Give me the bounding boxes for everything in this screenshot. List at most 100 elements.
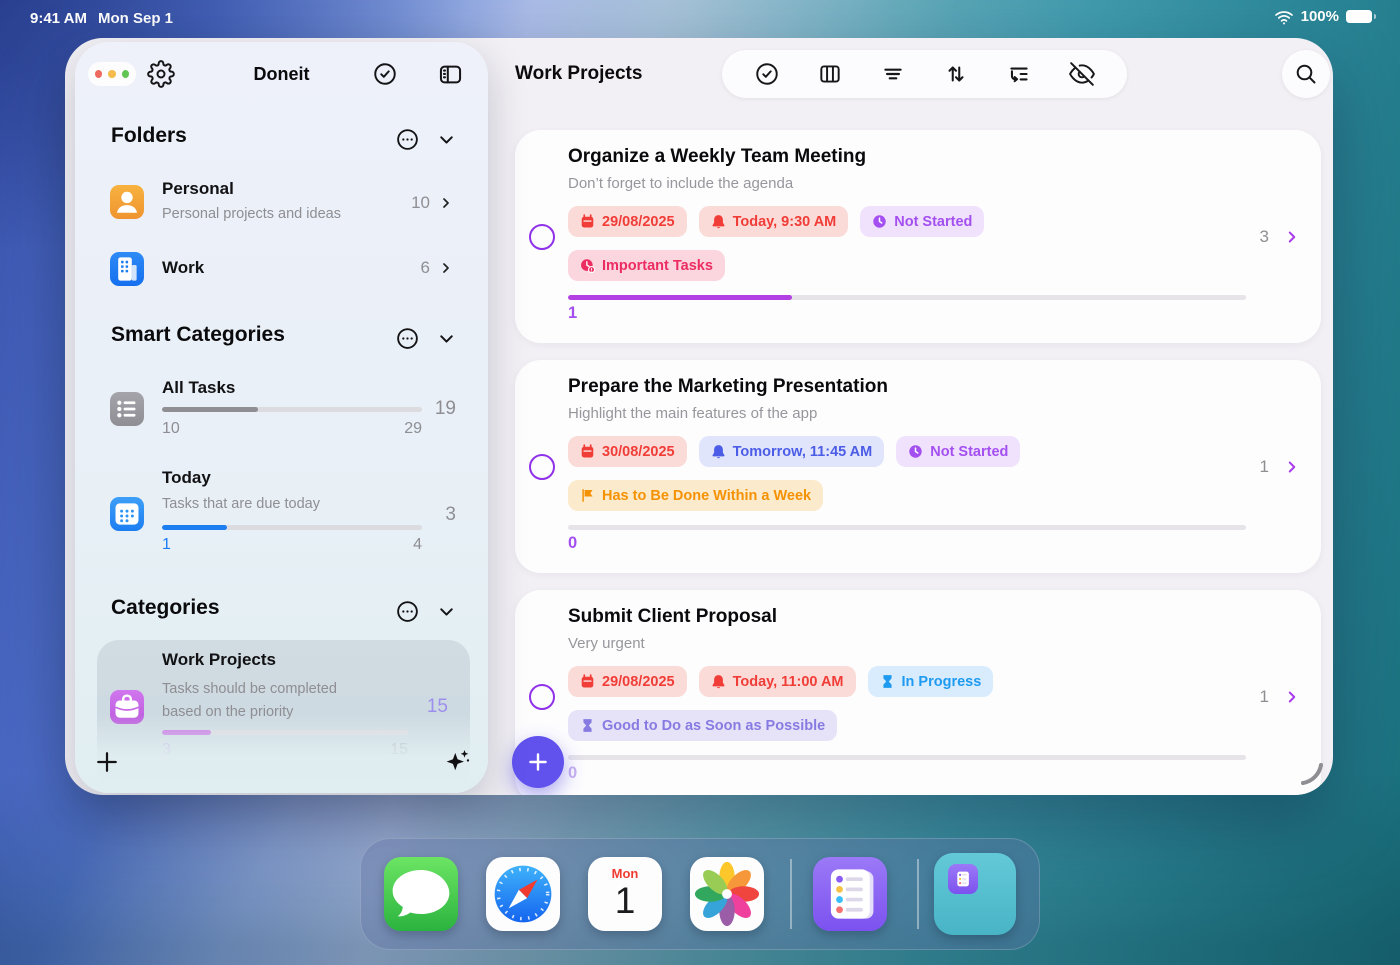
task-checkbox[interactable]: [529, 684, 555, 710]
subtask-count: 1: [1260, 457, 1269, 477]
chevron-down-icon[interactable]: [436, 601, 457, 622]
done-count: 1: [162, 536, 171, 554]
folder-description: Personal projects and ideas: [162, 206, 341, 222]
subtask-count: 1: [1260, 687, 1269, 707]
task-progress-fill: [568, 295, 792, 300]
columns-icon[interactable]: [817, 61, 843, 87]
folder-name: Work: [162, 258, 204, 278]
task-progress-count: 0: [568, 764, 577, 783]
task-progress-count: 1: [568, 304, 577, 323]
flag-icon: [580, 488, 595, 503]
status-badge: Not Started: [896, 436, 1020, 467]
badge-label: Not Started: [894, 214, 972, 230]
more-options-icon[interactable]: [395, 599, 420, 624]
badge-label: Has to Be Done Within a Week: [602, 488, 811, 504]
filter-icon[interactable]: [880, 61, 906, 87]
task-subtitle: Very urgent: [568, 635, 645, 652]
recent-app-icon[interactable]: [934, 853, 1016, 935]
task-progress-track: [568, 525, 1246, 530]
status-bar: 9:41 AM Mon Sep 1 100%: [0, 0, 1400, 38]
toolbar: [722, 50, 1127, 98]
badge-label: 29/08/2025: [602, 674, 675, 690]
more-options-icon[interactable]: [395, 127, 420, 152]
person-icon: [110, 185, 144, 219]
reminder-badge: Tomorrow, 11:45 AM: [699, 436, 885, 467]
flower-icon: [690, 857, 764, 931]
group-icon[interactable]: [1006, 61, 1032, 87]
task-title: Organize a Weekly Team Meeting: [568, 146, 866, 168]
bell-icon: [711, 444, 726, 459]
folder-name: Personal: [162, 179, 234, 199]
folder-count: 6: [421, 258, 430, 278]
badge-label: Not Started: [930, 444, 1008, 460]
badge-label: Today, 9:30 AM: [733, 214, 837, 230]
add-category-button[interactable]: [93, 748, 121, 776]
more-options-icon[interactable]: [395, 326, 420, 351]
photos-app-icon[interactable]: [690, 857, 764, 931]
sidebar-bottom-fade: [75, 715, 488, 793]
sidebar-toggle-icon[interactable]: [437, 61, 464, 88]
dock: Mon 1: [360, 838, 1040, 950]
building-icon: [110, 252, 144, 286]
total-count: 29: [404, 420, 422, 438]
status-badge: In Progress: [868, 666, 994, 697]
tag-badge: Has to Be Done Within a Week: [568, 480, 823, 511]
chevron-right-icon[interactable]: [1283, 228, 1301, 246]
task-card[interactable]: Submit Client Proposal Very urgent 29/08…: [515, 590, 1321, 795]
wifi-icon: [1274, 9, 1294, 25]
category-progress-fill: [162, 407, 258, 412]
safari-app-icon[interactable]: [486, 857, 560, 931]
dock-divider: [917, 859, 919, 929]
badge-label: 30/08/2025: [602, 444, 675, 460]
chevron-right-icon: [438, 195, 454, 211]
category-name: Work Projects: [162, 650, 276, 670]
calendar-app-icon[interactable]: Mon 1: [588, 857, 662, 931]
check-circle-icon[interactable]: [754, 61, 780, 87]
task-title: Submit Client Proposal: [568, 606, 777, 628]
clock-icon: [872, 214, 887, 229]
chevron-right-icon[interactable]: [1283, 458, 1301, 476]
ai-sparkles-icon[interactable]: [442, 746, 472, 776]
task-card[interactable]: Prepare the Marketing Presentation Highl…: [515, 360, 1321, 573]
add-task-button[interactable]: [512, 736, 564, 788]
sidebar-panel: Doneit Folders Personal Personal project…: [75, 42, 488, 793]
task-progress-count: 0: [568, 534, 577, 553]
search-button[interactable]: [1282, 50, 1330, 98]
eye-off-icon[interactable]: [1069, 61, 1095, 87]
task-checkbox[interactable]: [529, 224, 555, 250]
due-date-badge: 30/08/2025: [568, 436, 687, 467]
smart-category-description: Tasks that are due today: [162, 496, 320, 512]
calendar-icon: [580, 214, 595, 229]
battery-icon: [1346, 10, 1372, 23]
sort-icon[interactable]: [943, 61, 969, 87]
status-badge: Not Started: [860, 206, 984, 237]
chevron-right-icon[interactable]: [1283, 688, 1301, 706]
task-progress-track: [568, 755, 1246, 760]
chat-bubble-icon: [384, 857, 458, 931]
battery-percent: 100%: [1301, 8, 1339, 25]
bell-icon: [711, 674, 726, 689]
task-title: Prepare the Marketing Presentation: [568, 376, 888, 398]
smart-category-name: Today: [162, 468, 211, 488]
doneit-app-icon[interactable]: [813, 857, 887, 931]
resize-handle[interactable]: [1298, 760, 1326, 788]
app-title: Doneit: [75, 64, 488, 85]
smart-categories-heading: Smart Categories: [111, 323, 285, 347]
folder-count: 10: [411, 193, 430, 213]
plus-icon: [525, 749, 551, 775]
task-checkbox[interactable]: [529, 454, 555, 480]
reminder-badge: Today, 11:00 AM: [699, 666, 856, 697]
bell-icon: [711, 214, 726, 229]
remaining-count: 19: [435, 398, 456, 420]
messages-app-icon[interactable]: [384, 857, 458, 931]
chevron-down-icon[interactable]: [436, 129, 457, 150]
tag-badge: Important Tasks: [568, 250, 725, 281]
tag-badge: Good to Do as Soon as Possible: [568, 710, 837, 741]
task-subtitle: Highlight the main features of the app: [568, 405, 817, 422]
folders-heading: Folders: [111, 124, 187, 148]
chevron-down-icon[interactable]: [436, 328, 457, 349]
task-card[interactable]: Organize a Weekly Team Meeting Don’t for…: [515, 130, 1321, 343]
task-progress-track: [568, 295, 1246, 300]
total-count: 4: [413, 536, 422, 554]
check-circle-icon[interactable]: [372, 61, 398, 87]
